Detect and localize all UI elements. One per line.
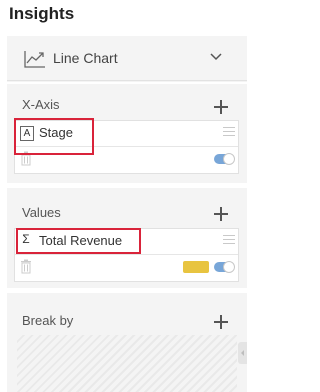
x-axis-toggle[interactable]	[214, 153, 235, 165]
divider	[7, 80, 247, 81]
drag-handle-icon[interactable]	[223, 127, 235, 137]
values-label: Values	[22, 205, 61, 220]
line-chart-icon	[24, 51, 45, 68]
chart-type-selector[interactable]: Line Chart	[7, 36, 247, 82]
trash-icon[interactable]	[20, 259, 32, 274]
break-by-drop-zone[interactable]	[17, 335, 237, 392]
x-axis-label: X-Axis	[22, 97, 60, 112]
add-x-axis-icon[interactable]	[214, 100, 228, 114]
add-break-by-icon[interactable]	[214, 315, 228, 329]
highlight-box	[14, 118, 94, 155]
page-title: Insights	[9, 4, 75, 23]
chart-type-label: Line Chart	[53, 50, 118, 66]
chevron-down-icon[interactable]	[209, 52, 223, 62]
highlight-box	[16, 228, 141, 254]
drag-handle-icon[interactable]	[223, 235, 235, 245]
series-color-swatch[interactable]	[183, 261, 209, 273]
break-by-label: Break by	[22, 313, 74, 328]
values-toggle[interactable]	[214, 261, 235, 273]
panel-collapse-handle[interactable]	[238, 342, 247, 364]
add-values-icon[interactable]	[214, 207, 228, 221]
